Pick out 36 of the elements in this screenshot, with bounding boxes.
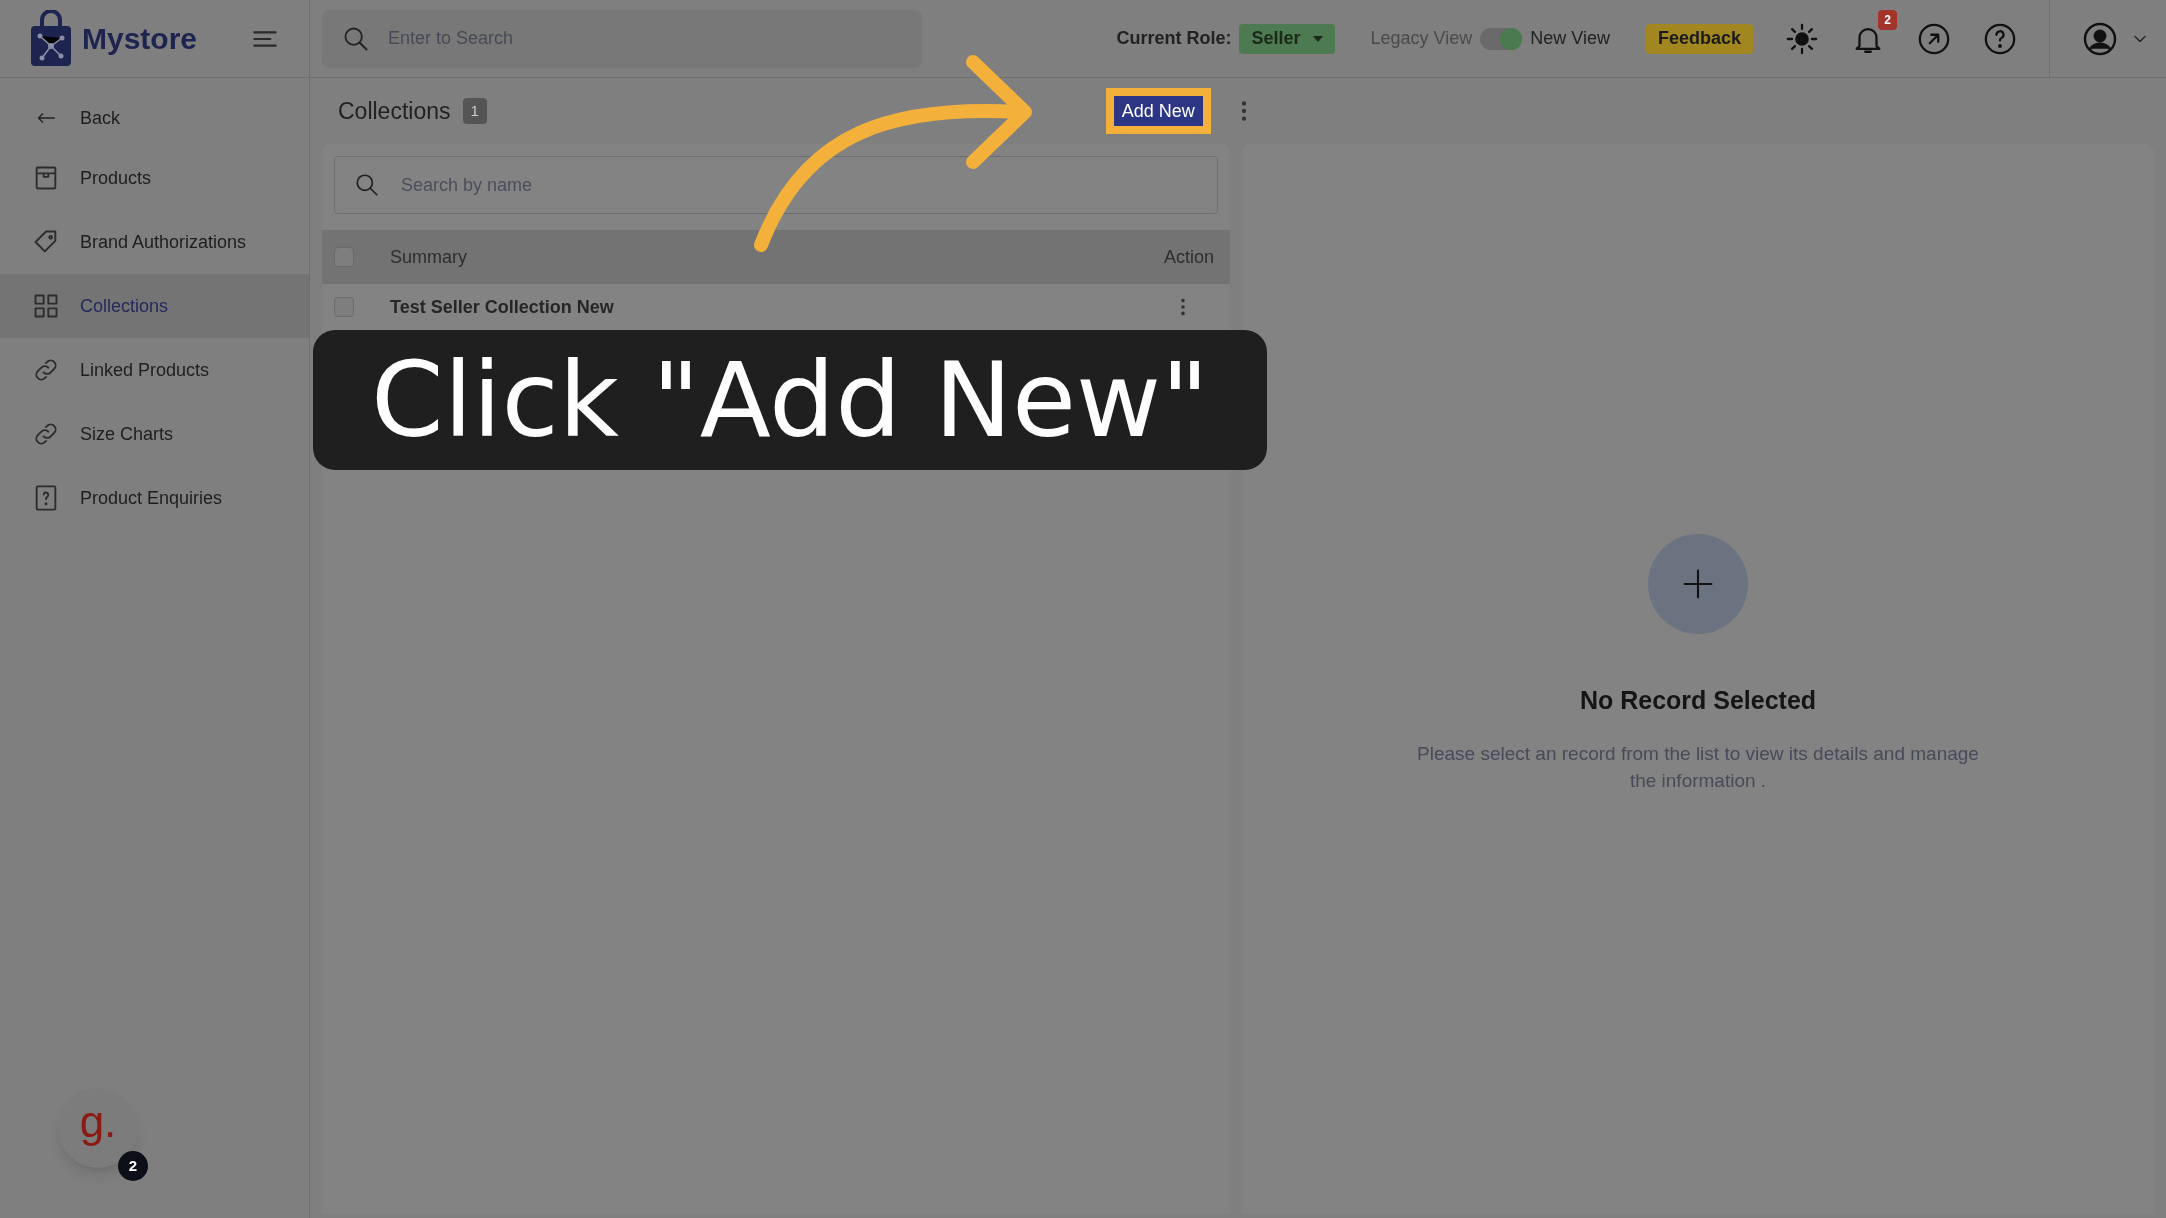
checkbox[interactable] (334, 297, 354, 317)
role-label: Current Role: (1116, 27, 1232, 50)
column-header: Summary (390, 245, 468, 269)
search-by-name-field[interactable]: Search by name (334, 156, 1218, 214)
sidebar-item[interactable]: Brand Authorizations (0, 210, 309, 274)
shopping-bag-logo-icon (28, 9, 74, 68)
instruction-tooltip: Click "Add New" (313, 330, 1267, 470)
grid-icon (32, 292, 60, 320)
sidebar-item[interactable]: Products (0, 146, 309, 210)
empty-state-message: Please select an record from the list to view its details and manage the information . (1416, 741, 1980, 793)
view-toggle[interactable] (1480, 27, 1523, 50)
external-link-icon[interactable] (1917, 21, 1951, 56)
column-header: Action (1163, 245, 1215, 269)
table-cell-text: Test Seller Collection New (390, 295, 615, 319)
empty-state-title: No Record Selected (1579, 685, 1817, 716)
notification-badge: 2 (1878, 9, 1897, 30)
search-icon (354, 172, 380, 198)
link-icon (32, 356, 60, 384)
sidebar-item[interactable]: Linked Products (0, 338, 309, 402)
sidebar-item[interactable]: Collections (0, 274, 309, 338)
link-icon (32, 420, 60, 448)
brand-name: Mystore (82, 21, 198, 57)
chat-badge: 2 (118, 1151, 148, 1181)
sidebar-item[interactable]: Product Enquiries (0, 466, 309, 530)
plus-icon (1682, 568, 1714, 600)
help-icon[interactable] (1983, 21, 2017, 56)
sidebar-item[interactable]: Size Charts (0, 402, 309, 466)
count-badge: 1 (462, 98, 487, 124)
new-view-label: New View (1530, 27, 1610, 50)
sun-icon[interactable] (1785, 21, 1819, 56)
add-new-button[interactable]: Add New (1113, 96, 1203, 126)
back-link[interactable]: Back (80, 104, 121, 132)
page-title: Collections (338, 96, 451, 126)
feedback-button[interactable]: Feedback (1645, 23, 1753, 54)
role-dropdown[interactable]: Seller (1239, 23, 1335, 54)
user-avatar-icon[interactable] (2082, 20, 2118, 57)
